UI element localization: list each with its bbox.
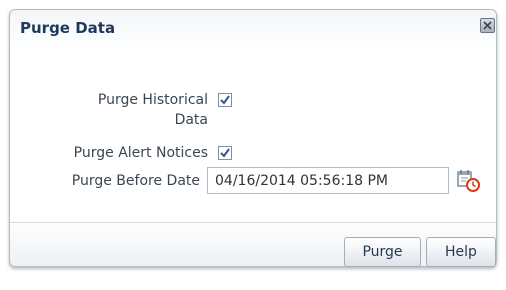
close-button[interactable] bbox=[480, 18, 495, 33]
checkmark-icon bbox=[220, 148, 230, 158]
purge-historical-label-line2: Data bbox=[174, 112, 208, 128]
help-button[interactable]: Help bbox=[426, 237, 496, 267]
close-icon bbox=[483, 21, 492, 30]
checkmark-icon bbox=[220, 95, 230, 105]
footer-separator bbox=[10, 222, 496, 223]
calendar-clock-button[interactable] bbox=[455, 167, 481, 193]
dialog-title: Purge Data bbox=[20, 19, 116, 37]
purge-historical-label-line1: Purge Historical bbox=[97, 92, 208, 108]
purge-alert-checkbox[interactable] bbox=[218, 146, 232, 160]
calendar-clock-icon bbox=[457, 170, 480, 192]
purge-data-dialog bbox=[9, 9, 497, 267]
purge-alert-label: Purge Alert Notices bbox=[73, 145, 208, 161]
purge-before-date-input[interactable] bbox=[207, 167, 449, 194]
purge-button[interactable]: Purge bbox=[344, 237, 421, 267]
purge-historical-label: Purge Historical Data bbox=[48, 90, 208, 130]
purge-before-label: Purge Before Date bbox=[71, 173, 200, 189]
purge-historical-checkbox[interactable] bbox=[218, 93, 232, 107]
